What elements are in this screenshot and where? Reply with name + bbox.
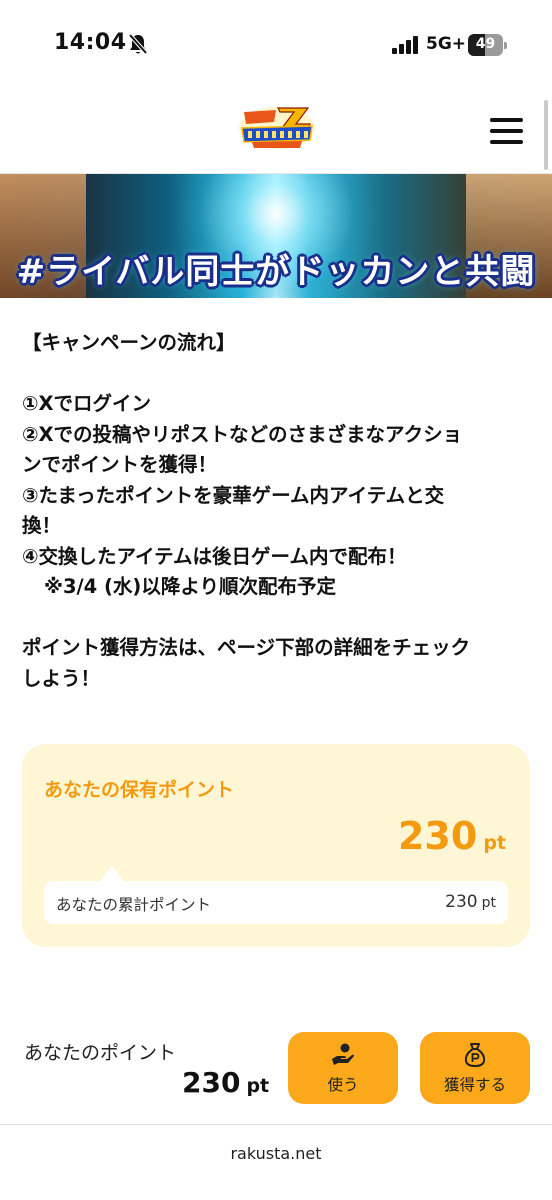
campaign-flow: 【キャンペーンの流れ】 ①Xでログイン ②Xでの投稿やリポストなどのさまざまなア… [22, 328, 532, 694]
flow-step: 換！ [22, 514, 62, 537]
cumulative-points-unit: pt [481, 895, 496, 911]
app-header [0, 92, 552, 174]
owned-points-title: あなたの保有ポイント [44, 779, 235, 801]
hand-coin-icon [332, 1043, 354, 1065]
owned-points-value: 230 pt [398, 814, 506, 858]
dokkan-battle-logo[interactable] [238, 106, 316, 150]
owned-points-card: あなたの保有ポイント 230 pt あなたの累計ポイント 230 pt [22, 744, 530, 947]
your-points-value: 230 pt [182, 1066, 269, 1099]
cumulative-points-label: あなたの累計ポイント [56, 896, 212, 914]
cellular-signal-icon [392, 36, 418, 54]
banner-title: #ライバル同士がドッカンと共闘 [16, 252, 536, 292]
status-bar: 14:04 5G+ 49 [0, 0, 552, 92]
earn-points-button[interactable]: 獲得する [420, 1032, 530, 1104]
your-points-label: あなたのポイント [24, 1042, 177, 1064]
site-domain[interactable]: rakusta.net [0, 1144, 552, 1163]
use-button-label: 使う [327, 1076, 359, 1094]
status-time: 14:04 [54, 30, 127, 55]
campaign-banner: #ライバル同士がドッカンと共闘 [0, 174, 552, 298]
battery-icon: 49 [468, 34, 508, 56]
cumulative-points-number: 230 [445, 892, 478, 912]
bottom-points-bar: あなたのポイント 230 pt 使う 獲得する [0, 1000, 552, 1124]
bell-muted-icon [128, 33, 148, 55]
cumulative-points-value: 230 pt [445, 892, 496, 912]
use-points-button[interactable]: 使う [288, 1032, 398, 1104]
distribution-note: ※3/4 (水)以降より順次配布予定 [44, 575, 336, 598]
browser-footer: rakusta.net [0, 1124, 552, 1200]
owned-points-number: 230 [397, 814, 478, 858]
howto-text: しよう！ [22, 666, 101, 690]
flow-heading: 【キャンペーンの流れ】 [22, 331, 236, 354]
your-points-number: 230 [182, 1066, 241, 1099]
your-points-unit: pt [246, 1075, 270, 1097]
flow-step: ②Xでの投稿やリポストなどのさまざまなアクショ [22, 422, 463, 446]
owned-points-unit: pt [483, 832, 506, 854]
point-bag-icon [464, 1043, 486, 1068]
cumulative-points-box: あなたの累計ポイント 230 pt [44, 881, 508, 924]
scrollbar-thumb[interactable] [544, 100, 548, 170]
flow-step: ④交換したアイテムは後日ゲーム内で配布！ [22, 544, 407, 568]
earn-button-label: 獲得する [443, 1076, 506, 1094]
flow-step: ①Xでログイン [22, 392, 152, 415]
howto-text: ポイント獲得方法は、ページ下部の詳細をチェック [22, 636, 471, 659]
flow-step: ンでポイントを獲得！ [22, 453, 218, 476]
network-type: 5G+ [426, 34, 467, 54]
flow-step: ③たまったポイントを豪華ゲーム内アイテムと交 [22, 483, 445, 507]
hamburger-menu-icon[interactable] [488, 116, 526, 146]
battery-percent: 49 [475, 36, 496, 52]
